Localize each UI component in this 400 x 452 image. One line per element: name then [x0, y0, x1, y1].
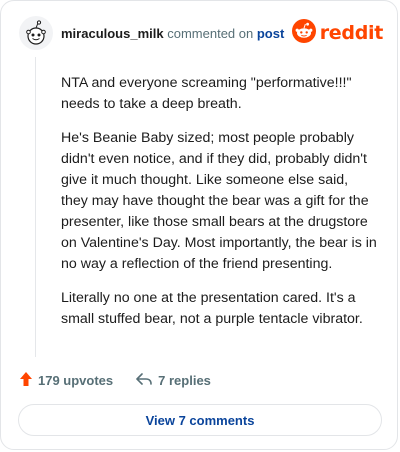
comment-paragraph: He's Beanie Baby sized; most people prob… — [61, 130, 377, 272]
comment-header: miraculous_milk commented on post reddit — [19, 15, 383, 51]
comment-paragraph: NTA and everyone screaming "performative… — [61, 75, 352, 112]
reddit-logo-icon — [291, 18, 316, 48]
post-link[interactable]: post — [257, 26, 284, 41]
replies-button[interactable]: 7 replies — [135, 372, 211, 389]
username-link[interactable]: miraculous_milk — [61, 26, 164, 41]
snoo-avatar-icon[interactable] — [19, 16, 53, 50]
thread-line — [35, 57, 36, 357]
comment-paragraph: Literally no one at the presentation car… — [61, 290, 363, 327]
comment-body: NTA and everyone screaming "performative… — [61, 73, 377, 343]
view-comments-button[interactable]: View 7 comments — [18, 404, 382, 436]
comment-actions: 179 upvotes 7 replies — [19, 369, 211, 391]
comment-meta: miraculous_milk commented on post — [61, 26, 284, 41]
comment-card: miraculous_milk commented on post reddit — [0, 0, 398, 450]
upvote-arrow-icon — [19, 371, 33, 390]
reddit-wordmark: reddit — [319, 22, 384, 44]
reply-arrow-icon — [135, 372, 153, 389]
upvote-button[interactable]: 179 upvotes — [19, 371, 113, 390]
reddit-brand[interactable]: reddit — [291, 18, 384, 48]
reply-count: 7 replies — [158, 372, 211, 388]
commented-on-text: commented on — [167, 25, 254, 41]
upvote-count: 179 upvotes — [38, 372, 114, 388]
